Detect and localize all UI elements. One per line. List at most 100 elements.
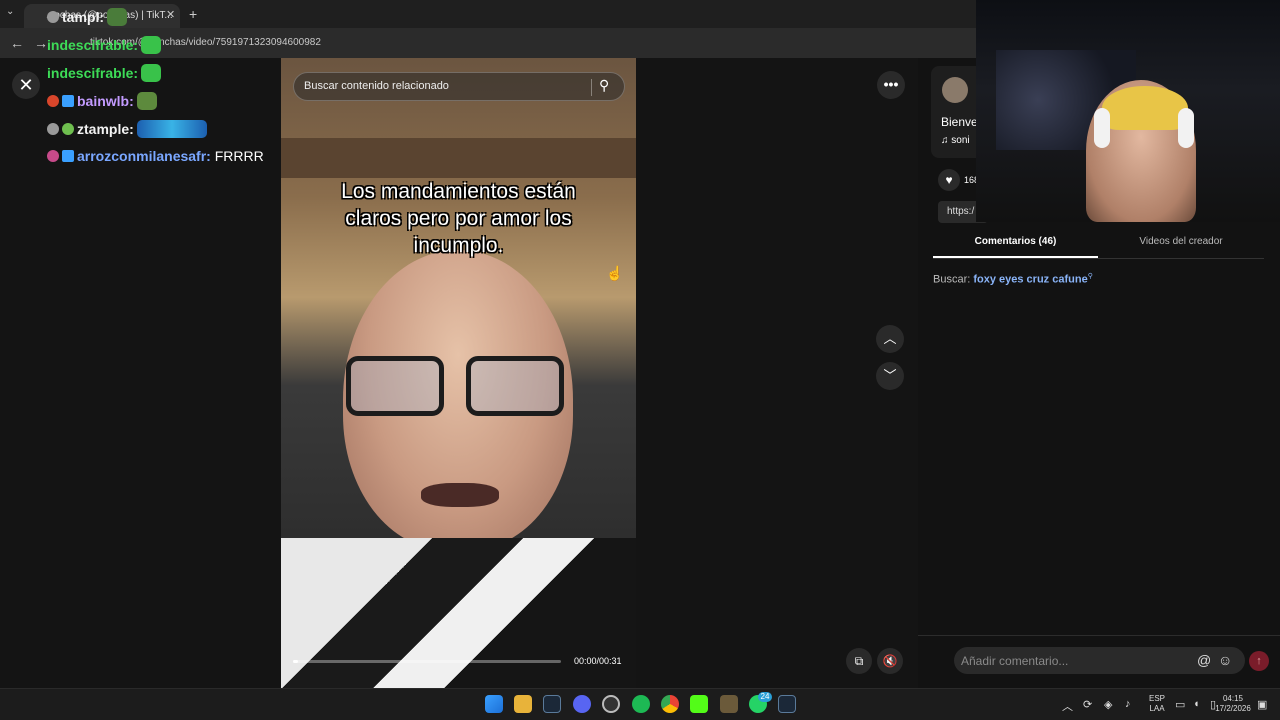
badge-icon xyxy=(62,123,74,135)
emote-icon xyxy=(141,64,162,82)
headset-left xyxy=(1094,108,1110,148)
search-icon: ⚲ xyxy=(1087,273,1093,280)
search-term[interactable]: foxy eyes cruz cafune xyxy=(973,274,1087,286)
discord-icon[interactable] xyxy=(573,695,591,713)
tab-close-button[interactable]: ✕ xyxy=(166,8,175,21)
lens-right xyxy=(466,356,564,416)
chevron-up-icon[interactable]: ︿ xyxy=(1062,698,1073,714)
next-video-button[interactable]: ﹀ xyxy=(876,362,904,390)
webcam-overlay xyxy=(976,0,1280,222)
badge-icon xyxy=(47,150,59,162)
emote-icon xyxy=(107,8,128,26)
language-bottom: LAA xyxy=(1149,704,1165,713)
minecraft-icon[interactable] xyxy=(720,695,738,713)
search-icon[interactable]: ⚲ xyxy=(599,77,609,94)
video-progress-bar[interactable] xyxy=(293,660,561,663)
mention-icon[interactable]: @ xyxy=(1197,652,1211,668)
streamer-cap xyxy=(1102,86,1188,130)
windows-start-icon[interactable] xyxy=(485,695,503,713)
video-progress-fill xyxy=(293,660,299,663)
chat-colon: : xyxy=(129,121,134,137)
chat-user: tampl xyxy=(62,9,100,25)
volume-icon[interactable]: ◖ xyxy=(1193,698,1200,710)
emote-icon xyxy=(136,120,207,138)
previous-video-button[interactable]: ︿ xyxy=(876,325,904,353)
chat-user: bainwlb xyxy=(77,93,130,109)
emoji-icon[interactable]: ☺ xyxy=(1218,652,1232,668)
headset-right xyxy=(1178,108,1194,148)
kick-icon[interactable] xyxy=(690,695,708,713)
emote-icon xyxy=(141,36,162,54)
notification-icon[interactable]: ▣ xyxy=(1257,698,1267,711)
chat-user: ztample xyxy=(77,121,130,137)
spotify-icon[interactable] xyxy=(632,695,650,713)
chat-line: arrozconmilanesafr: FRRRR xyxy=(47,148,264,170)
author-name[interactable]: Bienve xyxy=(941,115,978,129)
shield-icon[interactable]: ◈ xyxy=(1104,698,1112,711)
language-top: ESP xyxy=(1148,694,1165,703)
chat-line: ztample: xyxy=(47,120,207,142)
background-shelf xyxy=(281,138,636,178)
new-tab-button[interactable]: + xyxy=(189,6,197,22)
chat-message: FRRRR xyxy=(214,148,264,164)
search-suggestion[interactable]: Buscar: foxy eyes cruz cafune⚲ xyxy=(933,272,1093,286)
clock[interactable]: 04:15 17/2/2026 xyxy=(1212,694,1254,714)
chat-colon: : xyxy=(133,37,139,53)
avatar[interactable] xyxy=(942,77,968,103)
chat-colon: : xyxy=(206,148,215,164)
emote-icon xyxy=(136,92,157,110)
heart-icon[interactable]: ♥ xyxy=(938,169,960,191)
close-button[interactable]: ✕ xyxy=(12,71,40,99)
chat-line: tampl: xyxy=(47,8,128,30)
mouse-cursor-icon: ☝ xyxy=(606,265,624,281)
chat-colon: : xyxy=(133,65,139,81)
tab-list-button[interactable]: ⌄ xyxy=(6,6,14,17)
send-button[interactable]: ↑ xyxy=(1249,651,1269,671)
language-indicator[interactable]: ESP LAA xyxy=(1146,694,1168,714)
tab-creator-videos[interactable]: Videos del creador xyxy=(1098,236,1264,247)
video-caption: Los mandamientos están claros pero por a… xyxy=(341,180,576,257)
browser-tabbar: ⌄ ...ochas (@ponchas) | TikT... ✕ + xyxy=(0,0,976,28)
tab-comments[interactable]: Comentarios (46) xyxy=(933,236,1098,247)
search-label: Buscar: xyxy=(933,273,971,286)
person-mouth xyxy=(421,483,499,507)
chat-user: indescifrable xyxy=(47,65,134,81)
chat-colon: : xyxy=(129,93,134,109)
sync-icon[interactable]: ⟳ xyxy=(1083,698,1092,711)
screen: ⌄ ...ochas (@ponchas) | TikT... ✕ + ← → … xyxy=(0,0,1280,720)
mute-button[interactable]: 🔇 xyxy=(877,648,903,674)
badge-icon xyxy=(47,11,59,23)
network-icon[interactable]: ▭ xyxy=(1175,698,1185,711)
related-search-input[interactable]: Buscar contenido relacionado ⚲ xyxy=(293,72,625,101)
lens-left xyxy=(346,356,444,416)
steam-icon[interactable] xyxy=(543,695,561,713)
more-options-button[interactable]: ••• xyxy=(877,71,905,99)
chat-line: indescifrable: xyxy=(47,64,162,86)
forward-button[interactable]: → xyxy=(34,35,48,51)
search-divider xyxy=(591,79,592,96)
chat-line: bainwlb: xyxy=(47,92,157,114)
badge-icon xyxy=(47,123,59,135)
obs-icon[interactable] xyxy=(602,695,620,713)
steam-icon[interactable] xyxy=(778,695,796,713)
chat-user: indescifrable xyxy=(47,37,134,53)
chrome-icon[interactable] xyxy=(661,695,679,713)
clock-time: 04:15 xyxy=(1222,694,1244,703)
glasses xyxy=(341,356,571,418)
back-button[interactable]: ← xyxy=(10,35,24,51)
clock-date: 17/2/2026 xyxy=(1215,704,1251,713)
badge-icon xyxy=(47,95,59,107)
tab-divider xyxy=(933,258,1264,259)
video-player[interactable]: Los mandamientos están claros pero por a… xyxy=(281,58,636,688)
badge-icon xyxy=(62,95,74,107)
floating-player-button[interactable]: ⧉ xyxy=(846,648,872,674)
comment-divider xyxy=(918,635,1280,636)
chat-colon: : xyxy=(99,9,105,25)
chat-line: indescifrable: xyxy=(47,36,162,58)
search-placeholder: Buscar contenido relacionado xyxy=(304,80,449,92)
file-explorer-icon[interactable] xyxy=(514,695,532,713)
chat-user: arrozconmilanesafr xyxy=(77,148,207,164)
music-label[interactable]: ♫ soni xyxy=(941,135,970,146)
microphone-icon[interactable]: ♪ xyxy=(1125,698,1131,710)
badge-icon xyxy=(62,150,74,162)
